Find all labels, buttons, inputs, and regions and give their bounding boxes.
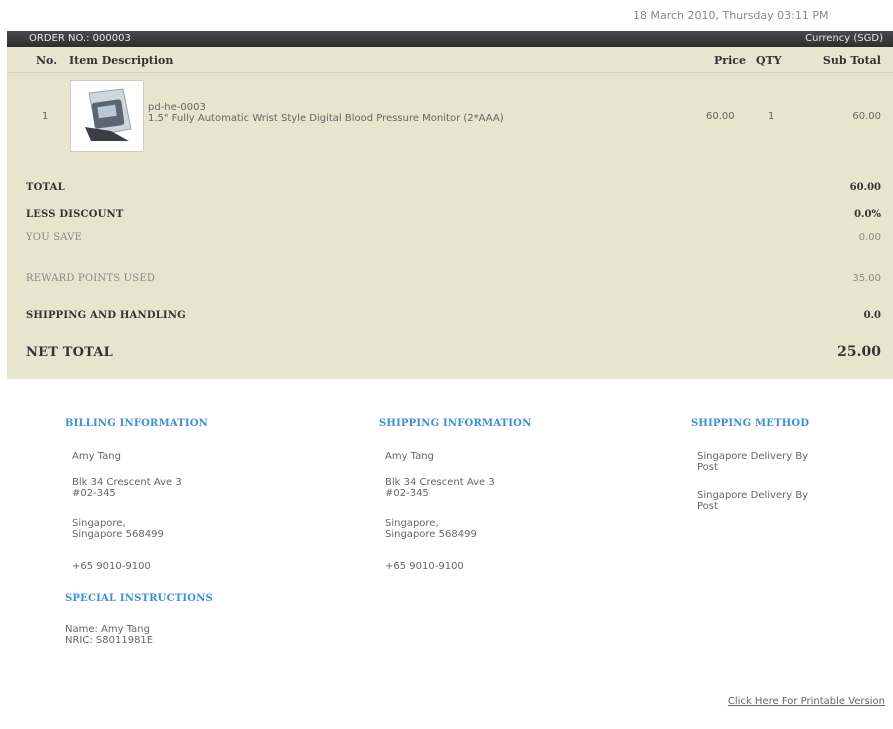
net-total-label: NET TOTAL <box>26 345 113 360</box>
blood-pressure-monitor-icon <box>85 88 132 141</box>
special-instructions-text: Name: Amy Tang NRIC: S8011981E <box>65 624 154 646</box>
billing-city: Singapore, Singapore 568499 <box>72 518 164 540</box>
currency-label: Currency (SGD) <box>805 33 883 44</box>
product-thumbnail[interactable] <box>70 80 144 152</box>
col-header-item: Item Description <box>69 54 174 67</box>
item-price: 60.00 <box>706 111 735 122</box>
item-code: pd-he-0003 <box>148 102 206 113</box>
item-subtotal: 60.00 <box>852 111 881 122</box>
you-save-value: 0.00 <box>858 232 881 243</box>
item-qty: 1 <box>768 111 775 122</box>
order-header-bar: ORDER NO.: 000003 Currency (SGD) <box>7 31 893 47</box>
order-summary-panel: No. Item Description Price QTY Sub Total… <box>7 47 893 379</box>
order-number: ORDER NO.: 000003 <box>29 33 131 44</box>
total-value: 60.00 <box>849 182 881 193</box>
col-header-subtotal: Sub Total <box>822 54 881 67</box>
reward-points-value: 35.00 <box>852 273 881 284</box>
row-number: 1 <box>42 111 49 122</box>
shipping-name: Amy Tang <box>385 451 434 462</box>
special-instructions-title: SPECIAL INSTRUCTIONS <box>65 593 213 604</box>
shipping-handling-value: 0.0 <box>863 310 881 321</box>
discount-label: LESS DISCOUNT <box>26 209 124 220</box>
net-total-value: 25.00 <box>837 344 881 360</box>
shipping-address: Blk 34 Crescent Ave 3 #02-345 <box>385 477 495 499</box>
total-label: TOTAL <box>26 182 65 193</box>
shipping-handling-label: SHIPPING AND HANDLING <box>26 310 186 321</box>
col-header-no: No. <box>36 54 58 67</box>
billing-phone: +65 9010-9100 <box>72 561 151 572</box>
col-header-price: Price <box>714 54 746 67</box>
shipping-phone: +65 9010-9100 <box>385 561 464 572</box>
shipping-method-line2: Singapore Delivery By Post <box>697 490 809 512</box>
shipping-method-line1: Singapore Delivery By Post <box>697 451 809 473</box>
billing-title: BILLING INFORMATION <box>65 418 209 429</box>
discount-value: 0.0% <box>854 209 881 220</box>
item-description: 1.5" Fully Automatic Wrist Style Digital… <box>148 113 504 124</box>
shipping-method-title: SHIPPING METHOD <box>691 418 810 429</box>
order-datetime: 18 March 2010, Thursday 03:11 PM <box>633 9 829 22</box>
reward-points-label: REWARD POINTS USED <box>26 273 156 284</box>
header-divider <box>7 72 893 73</box>
billing-name: Amy Tang <box>72 451 121 462</box>
shipping-title: SHIPPING INFORMATION <box>379 418 532 429</box>
col-header-qty: QTY <box>756 54 782 67</box>
you-save-label: YOU SAVE <box>26 232 83 243</box>
billing-address: Blk 34 Crescent Ave 3 #02-345 <box>72 477 182 499</box>
shipping-city: Singapore, Singapore 568499 <box>385 518 477 540</box>
printable-version-link[interactable]: Click Here For Printable Version <box>728 696 885 707</box>
